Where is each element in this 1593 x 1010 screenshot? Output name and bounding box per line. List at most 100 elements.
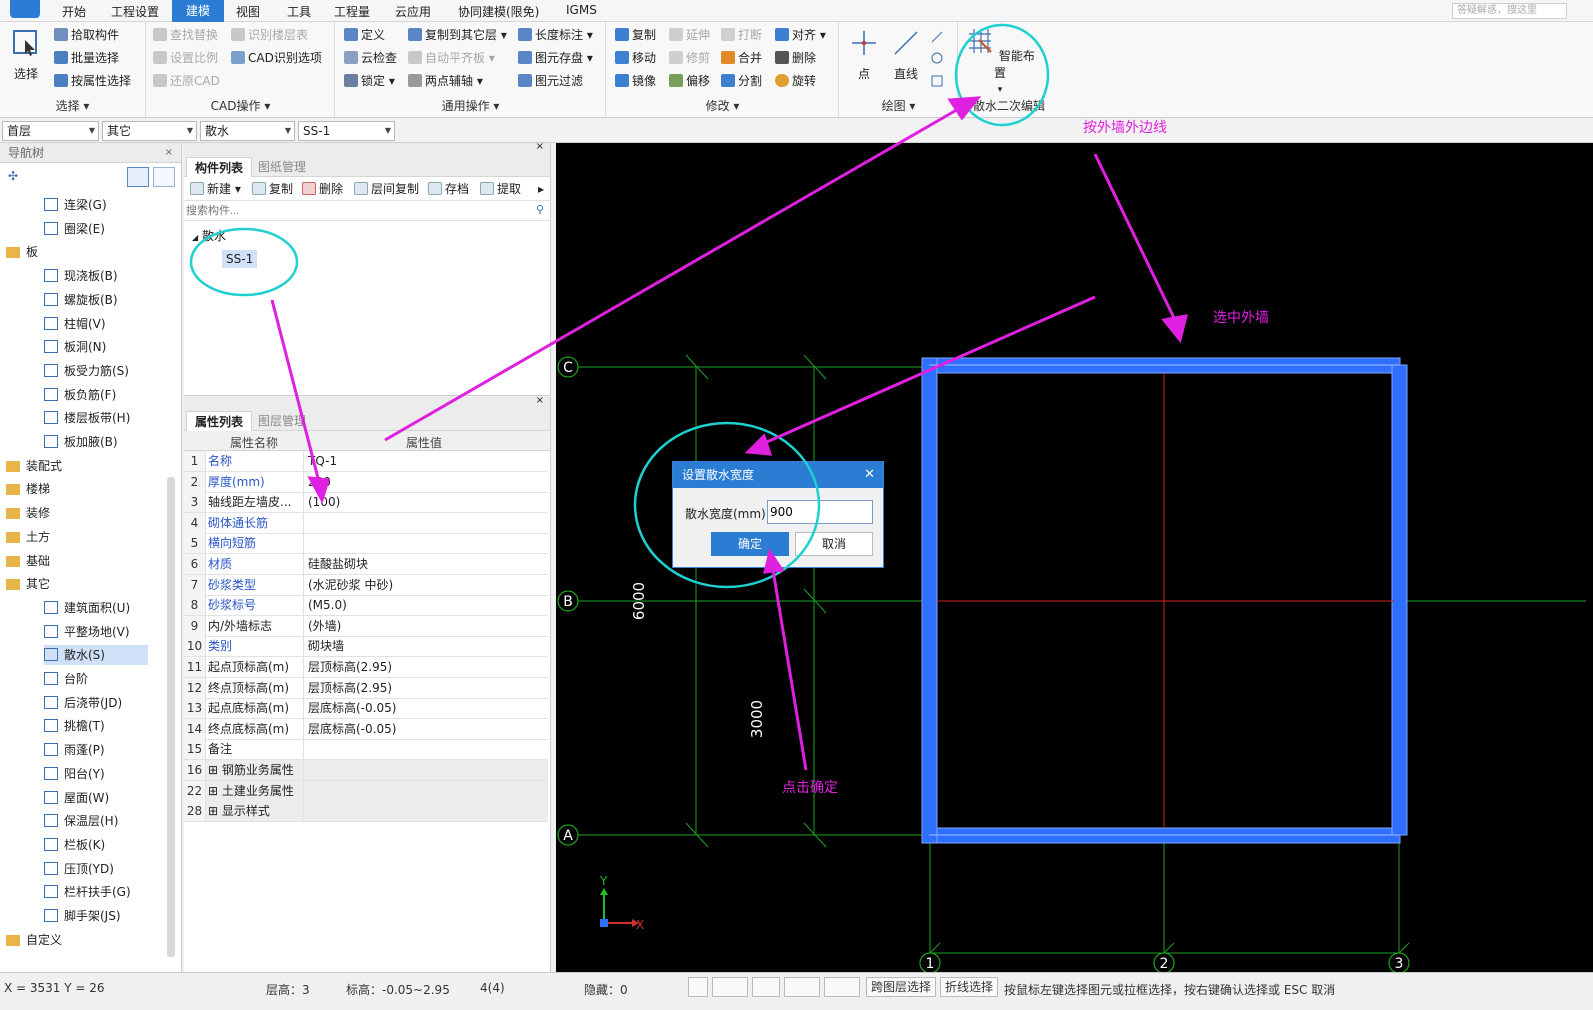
pin-icon[interactable]: ✣: [8, 169, 18, 183]
nav-item-21[interactable]: 后浇带(JD): [44, 693, 122, 713]
tree-item-ss1[interactable]: SS-1: [222, 250, 258, 268]
nav-item-4[interactable]: 螺旋板(B): [44, 290, 118, 310]
save-element-button[interactable]: 图元存盘 ▾: [518, 49, 593, 67]
property-row[interactable]: 2 厚度(mm) 200: [184, 471, 548, 493]
mirror-button[interactable]: 镜像: [615, 72, 656, 90]
element-filter-button[interactable]: 图元过滤: [518, 72, 583, 90]
category-select[interactable]: 其它 ▼: [102, 121, 197, 141]
angle-toggle-icon[interactable]: [784, 977, 820, 997]
floor-select[interactable]: 首层 ▼: [2, 121, 99, 141]
nav-item-26[interactable]: 保温层(H): [44, 811, 118, 831]
expand-icon[interactable]: ⊞: [208, 763, 222, 777]
pick-component-button[interactable]: 拾取构件: [54, 26, 119, 44]
draw-line-button[interactable]: 直线: [888, 28, 924, 82]
nav-item-18[interactable]: 平整场地(V): [44, 622, 130, 642]
grid-view-icon[interactable]: [153, 167, 175, 187]
cloud-check-button[interactable]: 云检查: [344, 49, 397, 67]
nav-item-10[interactable]: 板加腋(B): [44, 432, 118, 452]
layer-toggle-icon[interactable]: [824, 977, 860, 997]
rotate-button[interactable]: 旋转: [775, 72, 816, 90]
menu-modeling[interactable]: 建模: [172, 0, 225, 22]
property-value[interactable]: 层顶标高(2.95): [308, 657, 392, 677]
property-value[interactable]: (100): [308, 492, 340, 512]
property-row[interactable]: 9 内/外墙标志 (外墙): [184, 615, 548, 637]
merge-button[interactable]: 合并: [721, 49, 762, 67]
tab-property-list[interactable]: 属性列表: [186, 411, 253, 431]
property-value[interactable]: (M5.0): [308, 595, 347, 615]
menu-project-settings[interactable]: 工程设置: [111, 3, 159, 20]
nav-item-6[interactable]: 板洞(N): [44, 337, 106, 357]
break-button[interactable]: 打断: [721, 26, 762, 44]
help-search-input[interactable]: 答疑解惑，搜这里: [1452, 3, 1567, 19]
trim-button[interactable]: 修剪: [669, 49, 710, 67]
dialog-close-icon[interactable]: ✕: [864, 462, 875, 488]
nav-item-24[interactable]: 阳台(Y): [44, 764, 105, 784]
move-button[interactable]: 移动: [615, 49, 656, 67]
draw-more-icons[interactable]: [930, 28, 944, 90]
menu-start[interactable]: 开始: [62, 3, 86, 20]
property-value[interactable]: 层底标高(-0.05): [308, 719, 396, 739]
nav-item-27[interactable]: 栏板(K): [44, 835, 105, 855]
align-button[interactable]: 对齐 ▾: [775, 26, 826, 44]
identify-floor-table-button[interactable]: 识别楼层表: [231, 26, 308, 44]
ok-button[interactable]: 确定: [711, 532, 789, 556]
property-row[interactable]: 4 砌体通长筋: [184, 512, 548, 534]
apron-width-input[interactable]: [767, 500, 873, 524]
property-value[interactable]: (水泥砂浆 中砂): [308, 575, 393, 595]
draw-point-button[interactable]: 点: [846, 28, 882, 82]
property-value[interactable]: 层底标高(-0.05): [308, 698, 396, 718]
modify-group-title[interactable]: 修改 ▾: [607, 97, 838, 114]
nav-item-5[interactable]: 柱帽(V): [44, 314, 106, 334]
property-row[interactable]: 10 类别 砌块墙: [184, 636, 548, 658]
cad-identify-options-button[interactable]: CAD识别选项: [231, 49, 322, 67]
lock-button[interactable]: 锁定 ▾: [344, 72, 395, 90]
more-icon[interactable]: ▸: [538, 180, 544, 198]
menu-quantity[interactable]: 工程量: [334, 3, 370, 20]
batch-select-button[interactable]: 批量选择: [54, 49, 119, 67]
property-row[interactable]: 3 轴线距左墙皮... (100): [184, 492, 548, 514]
nav-scrollbar[interactable]: [167, 477, 175, 957]
property-value[interactable]: (外墙): [308, 616, 341, 636]
close-icon[interactable]: ×: [165, 143, 173, 163]
component-type-select[interactable]: 散水 ▼: [200, 121, 295, 141]
nav-folder-12[interactable]: 楼梯: [6, 479, 50, 499]
nav-item-25[interactable]: 屋面(W): [44, 788, 109, 808]
nav-item-19[interactable]: 散水(S): [44, 645, 148, 666]
copy-between-floors-button[interactable]: 层间复制: [354, 180, 419, 198]
polyline-select-button[interactable]: 折线选择: [940, 977, 999, 997]
copy-to-other-floor-button[interactable]: 复制到其它层 ▾: [408, 26, 507, 44]
cross-floor-select-button[interactable]: 跨图层选择: [866, 977, 937, 997]
select-by-property-button[interactable]: 按属性选择: [54, 72, 131, 90]
property-row[interactable]: 6 材质 硅酸盐砌块: [184, 554, 548, 575]
list-view-icon[interactable]: [127, 167, 149, 187]
menu-view[interactable]: 视图: [236, 3, 260, 20]
nav-item-3[interactable]: 现浇板(B): [44, 266, 118, 286]
set-scale-button[interactable]: 设置比例: [153, 49, 218, 67]
app-logo-icon[interactable]: [10, 0, 40, 18]
delete-component-button[interactable]: 删除: [302, 180, 343, 198]
extract-button[interactable]: 提取: [480, 180, 521, 198]
property-row[interactable]: 15 备注: [184, 739, 548, 761]
grid-toggle-icon[interactable]: [752, 977, 780, 997]
length-dimension-button[interactable]: 长度标注 ▾: [518, 26, 593, 44]
nav-item-28[interactable]: 压顶(YD): [44, 859, 114, 879]
expand-icon[interactable]: ⊞: [208, 784, 222, 798]
draw-group-title[interactable]: 绘图 ▾: [840, 97, 957, 114]
tab-component-list[interactable]: 构件列表: [186, 157, 253, 177]
property-row[interactable]: 11 起点顶标高(m) 层顶标高(2.95): [184, 657, 548, 678]
property-value[interactable]: 200: [308, 472, 331, 492]
define-button[interactable]: 定义: [344, 26, 385, 44]
nav-folder-14[interactable]: 土方: [6, 527, 50, 547]
copy-component-button[interactable]: 复制: [252, 180, 293, 198]
property-row[interactable]: 28 ⊞ 显示样式: [184, 801, 548, 823]
property-row[interactable]: 22 ⊞ 土建业务属性: [184, 780, 548, 802]
search-icon[interactable]: ⚲: [536, 203, 544, 216]
close-icon[interactable]: ×: [536, 141, 544, 152]
property-row[interactable]: 14 终点底标高(m) 层底标高(-0.05): [184, 718, 548, 740]
common-group-title[interactable]: 通用操作 ▾: [336, 97, 605, 114]
property-row[interactable]: 1 名称 TQ-1: [184, 451, 548, 472]
menu-collab[interactable]: 协同建模(限免): [458, 3, 539, 20]
property-row[interactable]: 8 砂浆标号 (M5.0): [184, 595, 548, 617]
snap-toggle-icon[interactable]: [712, 977, 748, 997]
nav-folder-2[interactable]: 板: [6, 242, 38, 262]
